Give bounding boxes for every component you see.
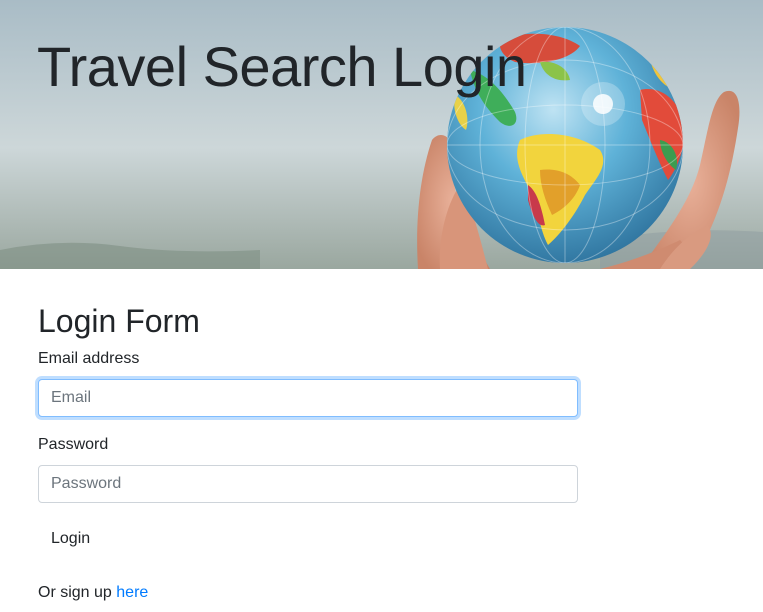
signup-link[interactable]: here: [116, 584, 148, 601]
email-field[interactable]: [38, 379, 578, 417]
page-title: Travel Search Login: [37, 35, 527, 98]
password-label: Password: [38, 436, 109, 453]
form-heading: Login Form: [38, 303, 200, 339]
signup-prefix: Or sign up: [38, 584, 112, 601]
signup-prompt: Or sign up here: [38, 583, 148, 603]
email-label: Email address: [38, 350, 140, 367]
password-field[interactable]: [38, 465, 578, 503]
login-button[interactable]: Login: [38, 520, 103, 558]
hero-banner: Travel Search Login: [0, 0, 763, 269]
